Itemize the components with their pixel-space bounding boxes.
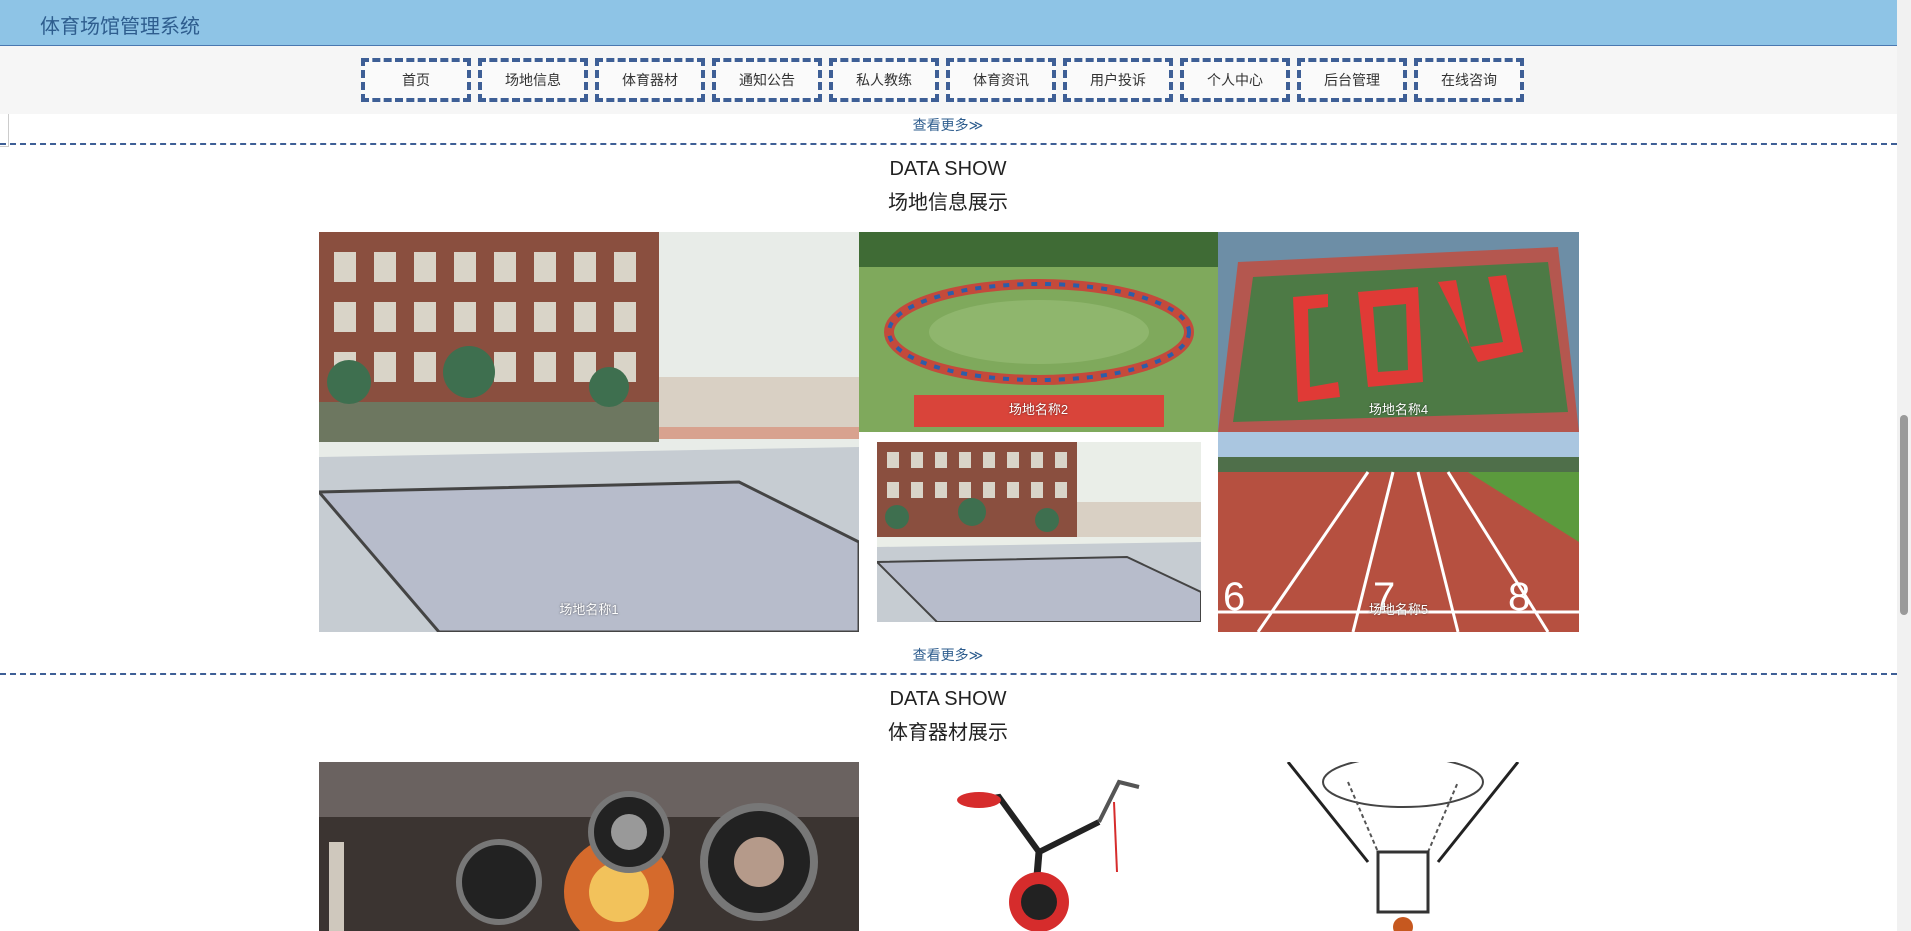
nav-sports-news[interactable]: 体育资讯 [946,58,1056,102]
nav-online-consult[interactable]: 在线咨询 [1414,58,1524,102]
nav-venue-info[interactable]: 场地信息 [478,58,588,102]
app-title: 体育场馆管理系统 [40,16,200,38]
equipment-image-3 [1218,762,1579,931]
nav-admin[interactable]: 后台管理 [1297,58,1407,102]
section-divider [0,143,1897,145]
scrollbar-thumb[interactable] [1900,415,1908,615]
venue-name-3: 场地名称4 [1368,402,1429,417]
equipment-image-2 [859,762,1218,931]
venue-card-3[interactable]: 场地名称4 [1218,232,1579,432]
nav-home[interactable]: 首页 [361,58,471,102]
equipment-card-2[interactable] [859,762,1218,931]
nav-personal-center[interactable]: 个人中心 [1180,58,1290,102]
page-scrollbar[interactable] [1897,0,1911,931]
top-header: 体育场馆管理系统 [0,0,1897,46]
equipment-heading-cn: 体育器材展示 [888,722,1008,744]
venue-name-1: 场地名称1 [559,602,619,617]
nav-private-coach[interactable]: 私人教练 [829,58,939,102]
equipment-heading-en: DATA SHOW [889,688,1007,710]
venue-card-4[interactable] [877,442,1201,622]
venue-name-2: 场地名称2 [1008,402,1069,417]
equipment-card-1[interactable] [319,762,859,931]
view-more-link[interactable]: 查看更多≫ [913,115,984,135]
venue-heading-cn: 场地信息展示 [888,192,1008,214]
venue-view-more-link[interactable]: 查看更多≫ [913,645,984,665]
venue-heading-en: DATA SHOW [889,158,1007,180]
nav-bar: 首页 场地信息 体育器材 通知公告 私人教练 体育资讯 用户投诉 个人中心 后台… [0,46,1897,114]
nav-notices[interactable]: 通知公告 [712,58,822,102]
venue-name-5: 场地名称5 [1368,602,1429,617]
venue-card-5[interactable]: 678 场地名称5 [1218,432,1579,632]
equipment-image-1 [319,762,859,931]
venue-image-4 [877,442,1201,622]
nav-equipment[interactable]: 体育器材 [595,58,705,102]
section-divider [0,673,1897,675]
nav-complaints[interactable]: 用户投诉 [1063,58,1173,102]
venue-image-1 [319,232,859,632]
venue-card-1[interactable]: 场地名称1 [319,232,859,632]
venue-card-2[interactable]: 场地名称2 [859,232,1218,432]
equipment-card-3[interactable] [1218,762,1579,931]
